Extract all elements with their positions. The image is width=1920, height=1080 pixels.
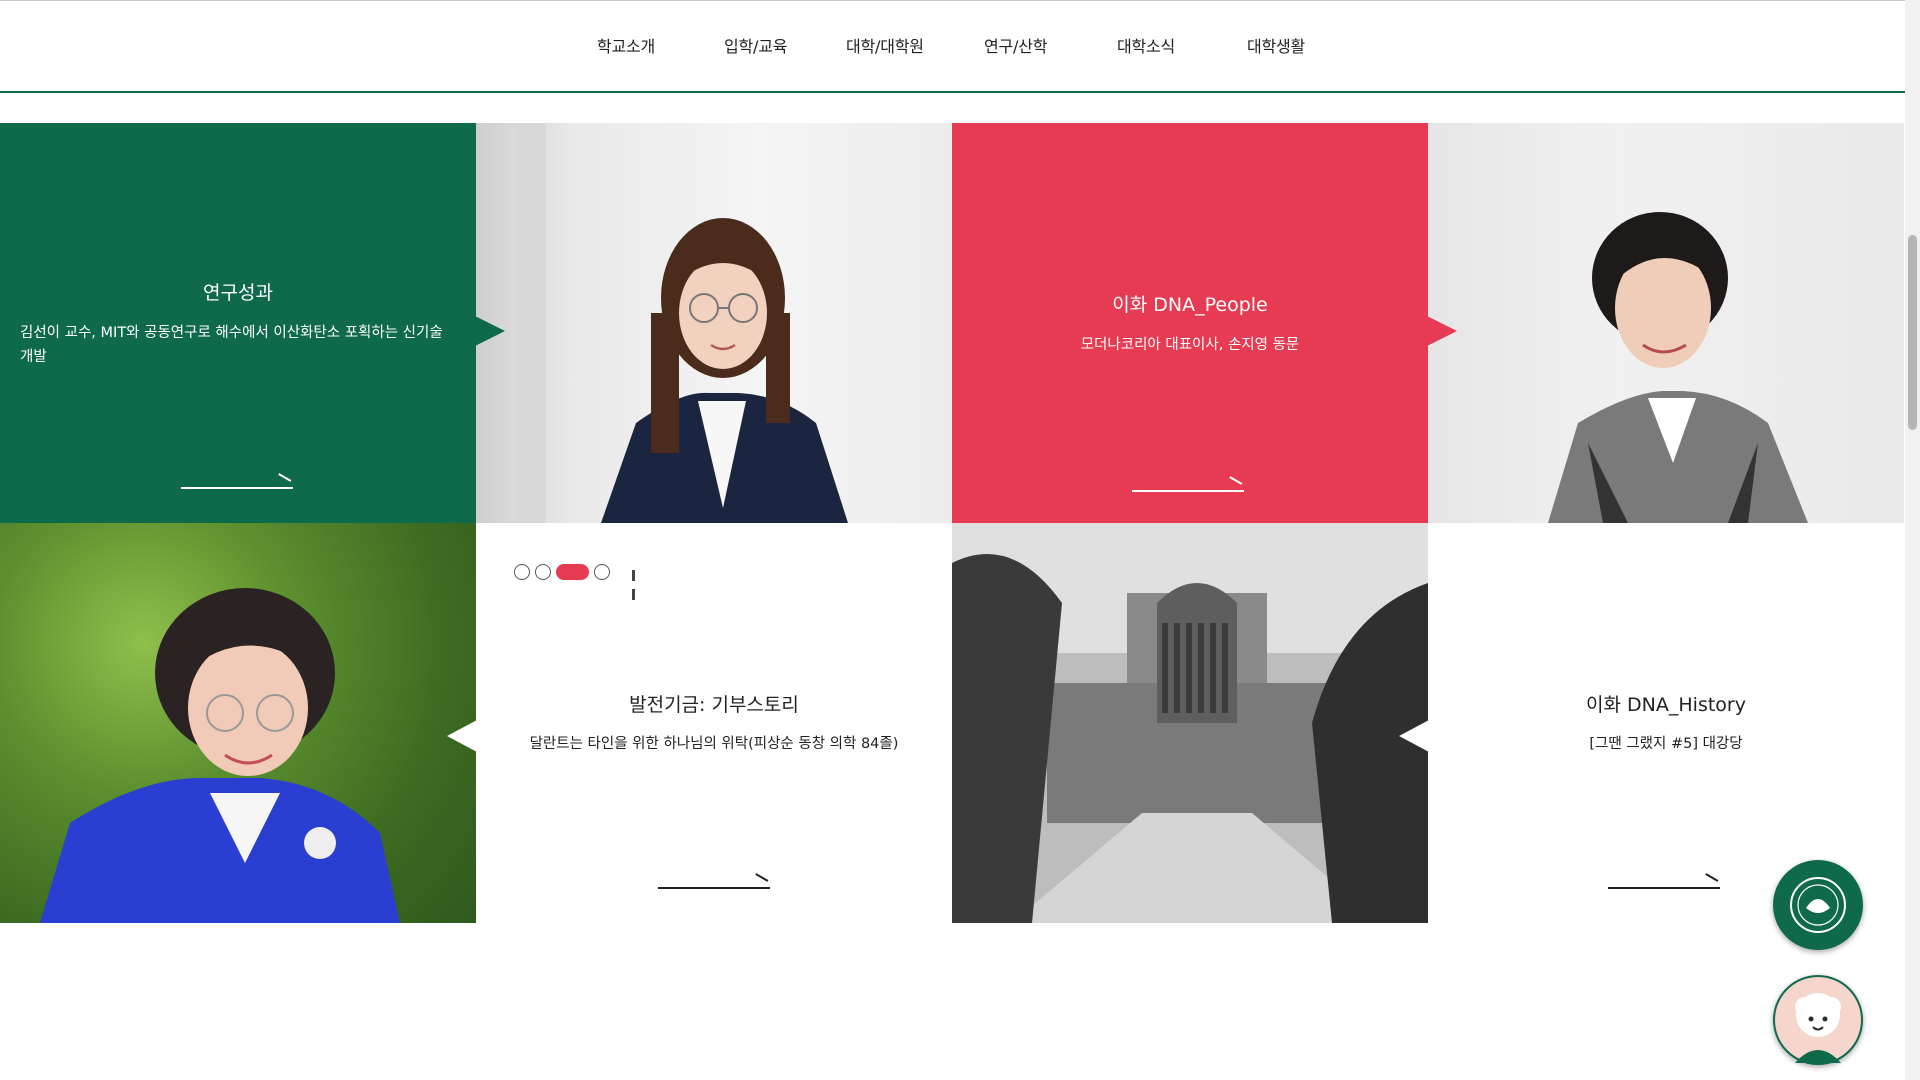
arrow-right-icon [658,887,770,889]
dna-people-photo [1428,123,1904,523]
dna-history-desc: [그땐 그랬지 #5] 대강당 [1589,736,1743,752]
history-photo [952,523,1428,923]
nav-item-campus-life[interactable]: 대학생활 [1247,33,1305,57]
site-header: 학교소개 입학/교육 대학/대학원 연구/산학 대학소식 대학생활 [0,1,1905,93]
research-more-link[interactable] [181,473,293,495]
main-nav: 학교소개 입학/교육 대학/대학원 연구/산학 대학소식 대학생활 [0,33,1905,57]
scrollbar-thumb[interactable] [1908,235,1917,430]
research-card[interactable]: 연구성과 김선이 교수, MIT와 공동연구로 해수에서 이산화탄소 포획하는 … [0,123,505,523]
research-card-pointer [475,316,505,346]
arrow-right-icon [181,487,293,489]
giving-more-link[interactable] [658,873,770,895]
dna-people-card[interactable]: 이화 DNA_People 모더나코리아 대표이사, 손지영 동문 [952,123,1457,523]
historic-building-photo [952,523,1428,923]
arrow-right-icon [1608,887,1720,889]
nav-item-research[interactable]: 연구/산학 [984,33,1047,57]
nav-item-admission[interactable]: 입학/교육 [724,33,787,57]
research-card-desc: 김선이 교수, MIT와 공동연구로 해수에서 이산화탄소 포획하는 신기술 개… [20,325,443,365]
arrow-right-icon [1132,490,1244,492]
pager-dot-2[interactable] [535,564,551,580]
nav-item-about[interactable]: 학교소개 [597,33,655,57]
pager-dot-1[interactable] [514,564,530,580]
pause-icon[interactable] [632,566,638,604]
portrait-donor [40,588,400,923]
dna-history-pointer [1399,720,1429,752]
scrollbar-track[interactable] [1905,0,1920,1080]
dna-people-title: 이화 DNA_People [1112,294,1268,316]
giving-card-title: 발전기금: 기부스토리 [629,694,799,716]
portrait-researcher [516,123,848,523]
dna-history-more-link[interactable] [1608,873,1720,895]
giving-card-desc: 달란트는 타인을 위한 하나님의 위탁(피상순 동창 의학 84졸) [529,736,899,752]
research-photo [476,123,952,523]
header-divider [0,91,1905,93]
emblem-quick-button[interactable] [1773,860,1863,950]
nav-item-colleges[interactable]: 대학/대학원 [846,33,924,57]
dna-history-title: 이화 DNA_History [1586,694,1746,716]
pager-dot-3-active[interactable] [556,564,589,580]
research-card-title: 연구성과 [203,282,273,304]
dna-people-desc: 모더나코리아 대표이사, 손지영 동문 [1080,337,1300,353]
pager-dot-4[interactable] [594,564,610,580]
dna-people-pointer [1427,316,1457,346]
giving-card[interactable]: 발전기금: 기부스토리 달란트는 타인을 위한 하나님의 위탁(피상순 동창 의… [447,523,952,923]
chatbot-mascot-icon [1795,993,1841,1063]
chatbot-button[interactable] [1773,975,1863,1065]
ewha-emblem-icon [1790,877,1846,933]
giving-card-pointer [447,720,477,752]
dna-people-more-link[interactable] [1132,476,1244,498]
portrait-alumna [1548,212,1808,523]
giving-photo [0,523,476,923]
nav-item-news[interactable]: 대학소식 [1117,33,1175,57]
